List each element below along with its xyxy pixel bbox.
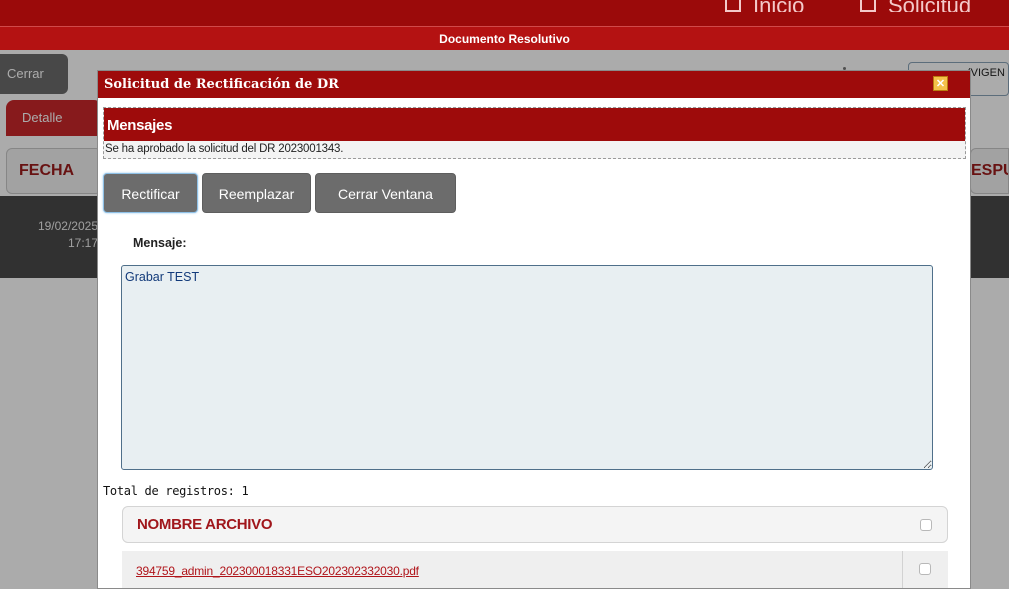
grid-header-label: NOMBRE ARCHIVO xyxy=(137,516,273,533)
messages-panel: Mensajes Se ha aprobado la solicitud del… xyxy=(103,107,966,159)
cerrar-ventana-button[interactable]: Cerrar Ventana xyxy=(315,173,456,213)
home-icon xyxy=(725,0,741,12)
grid-header: NOMBRE ARCHIVO xyxy=(122,506,948,543)
table-row: 394759_admin_202300018331ESO202302332030… xyxy=(122,551,948,588)
message-text: Se ha aprobado la solicitud del DR 20230… xyxy=(105,143,344,155)
total-registros: Total de registros: 1 xyxy=(103,484,249,498)
file-link[interactable]: 394759_admin_202300018331ESO202302332030… xyxy=(136,564,419,578)
top-navigation: Inicio Solicitud xyxy=(0,0,1009,26)
mensaje-label: Mensaje: xyxy=(133,236,187,250)
page-header-title: Documento Resolutivo xyxy=(0,26,1009,50)
dialog-title: Solicitud de Rectificación de DR xyxy=(104,77,339,92)
nav-solicitud-label: Solicitud xyxy=(888,0,971,12)
rectificar-button[interactable]: Rectificar xyxy=(103,173,198,213)
nav-inicio-label: Inicio xyxy=(753,0,804,12)
row-checkbox[interactable] xyxy=(919,563,931,575)
mensaje-textarea[interactable]: Grabar TEST xyxy=(121,265,933,470)
nav-solicitud[interactable]: Solicitud xyxy=(860,0,971,12)
dialog-title-bar[interactable]: Solicitud de Rectificación de DR ✕ xyxy=(98,71,970,98)
select-all-checkbox[interactable] xyxy=(920,519,932,531)
document-icon xyxy=(860,0,876,12)
close-icon[interactable]: ✕ xyxy=(933,76,948,91)
rectificacion-dialog: Solicitud de Rectificación de DR ✕ Mensa… xyxy=(97,70,971,589)
nav-inicio[interactable]: Inicio xyxy=(725,0,804,12)
row-checkbox-cell xyxy=(902,551,948,588)
reemplazar-button[interactable]: Reemplazar xyxy=(202,173,311,213)
messages-header: Mensajes xyxy=(104,108,965,141)
